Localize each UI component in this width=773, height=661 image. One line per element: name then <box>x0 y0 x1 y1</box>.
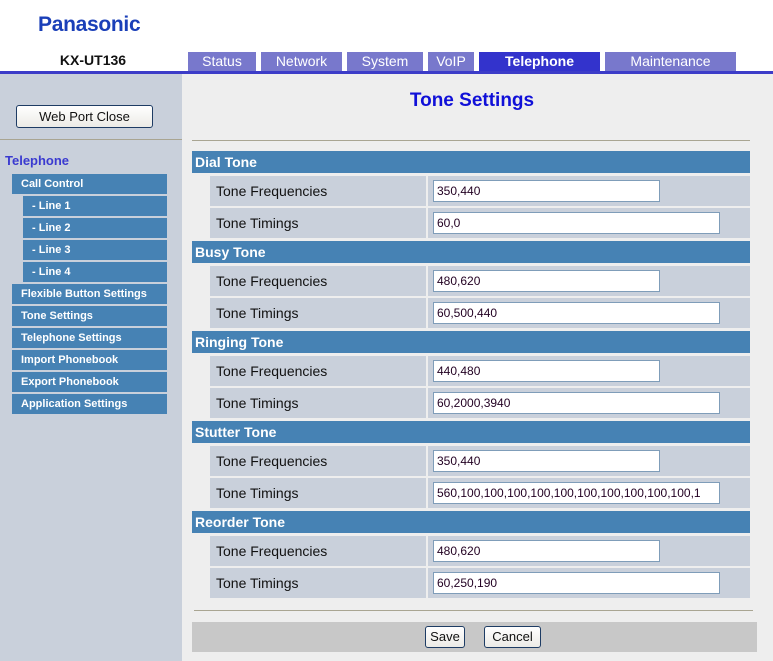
ringing-tone-frequencies-cell <box>428 356 750 386</box>
tab-system[interactable]: System <box>347 52 423 71</box>
panasonic-logo: Panasonic <box>38 13 141 36</box>
tab-telephone[interactable]: Telephone <box>479 52 600 71</box>
dial-tone-timings-input[interactable] <box>433 212 720 234</box>
reorder-tone-timings-label: Tone Timings <box>210 568 426 598</box>
reorder-tone-frequencies-label: Tone Frequencies <box>210 536 426 566</box>
busy-tone-timings-input[interactable] <box>433 302 720 324</box>
dial-tone-timings-cell <box>428 208 750 238</box>
top-divider <box>192 140 750 141</box>
save-button[interactable]: Save <box>425 626 465 648</box>
stutter-tone-frequencies-cell <box>428 446 750 476</box>
bottom-divider <box>194 610 753 611</box>
sidebar-item-tone-settings[interactable]: Tone Settings <box>12 306 167 326</box>
section-header-stutter-tone: Stutter Tone <box>192 421 750 443</box>
sidebar-section-title: Telephone <box>5 153 70 168</box>
busy-tone-timings-label: Tone Timings <box>210 298 426 328</box>
ringing-tone-timings-label: Tone Timings <box>210 388 426 418</box>
reorder-tone-timings-input[interactable] <box>433 572 720 594</box>
sidebar-item-line-2[interactable]: - Line 2 <box>23 218 167 238</box>
main-tabs: Status Network System VoIP Telephone Mai… <box>188 52 736 71</box>
reorder-tone-frequencies-input[interactable] <box>433 540 660 562</box>
dial-tone-frequencies-cell <box>428 176 750 206</box>
stutter-tone-frequencies-input[interactable] <box>433 450 660 472</box>
tab-status[interactable]: Status <box>188 52 256 71</box>
ringing-tone-frequencies-label: Tone Frequencies <box>210 356 426 386</box>
sidebar-item-line-3[interactable]: - Line 3 <box>23 240 167 260</box>
dial-tone-timings-label: Tone Timings <box>210 208 426 238</box>
stutter-tone-timings-label: Tone Timings <box>210 478 426 508</box>
busy-tone-frequencies-label: Tone Frequencies <box>210 266 426 296</box>
sidebar-item-call-control[interactable]: Call Control <box>12 174 167 194</box>
sidebar-item-line-4[interactable]: - Line 4 <box>23 262 167 282</box>
busy-tone-frequencies-input[interactable] <box>433 270 660 292</box>
section-header-ringing-tone: Ringing Tone <box>192 331 750 353</box>
button-bar <box>192 622 757 652</box>
sidebar-item-flexible-button-settings[interactable]: Flexible Button Settings <box>12 284 167 304</box>
cancel-button[interactable]: Cancel <box>484 626 541 648</box>
busy-tone-frequencies-cell <box>428 266 750 296</box>
dial-tone-frequencies-input[interactable] <box>433 180 660 202</box>
stutter-tone-frequencies-label: Tone Frequencies <box>210 446 426 476</box>
tab-voip[interactable]: VoIP <box>428 52 474 71</box>
ringing-tone-frequencies-input[interactable] <box>433 360 660 382</box>
section-header-busy-tone: Busy Tone <box>192 241 750 263</box>
web-port-close-button[interactable]: Web Port Close <box>16 105 153 128</box>
section-header-reorder-tone: Reorder Tone <box>192 511 750 533</box>
busy-tone-timings-cell <box>428 298 750 328</box>
sidebar-item-export-phonebook[interactable]: Export Phonebook <box>12 372 167 392</box>
reorder-tone-timings-cell <box>428 568 750 598</box>
tab-network[interactable]: Network <box>261 52 342 71</box>
stutter-tone-timings-input[interactable] <box>433 482 720 504</box>
page-title: Tone Settings <box>409 90 535 111</box>
sidebar-item-import-phonebook[interactable]: Import Phonebook <box>12 350 167 370</box>
dial-tone-frequencies-label: Tone Frequencies <box>210 176 426 206</box>
sidebar-item-application-settings[interactable]: Application Settings <box>12 394 167 414</box>
section-header-dial-tone: Dial Tone <box>192 151 750 173</box>
stutter-tone-timings-cell <box>428 478 750 508</box>
tab-maintenance[interactable]: Maintenance <box>605 52 736 71</box>
ringing-tone-timings-cell <box>428 388 750 418</box>
reorder-tone-frequencies-cell <box>428 536 750 566</box>
sidebar-divider <box>0 139 182 140</box>
model-name: KX-UT136 <box>59 52 127 68</box>
ringing-tone-timings-input[interactable] <box>433 392 720 414</box>
sidebar-item-line-1[interactable]: - Line 1 <box>23 196 167 216</box>
sidebar-item-telephone-settings[interactable]: Telephone Settings <box>12 328 167 348</box>
